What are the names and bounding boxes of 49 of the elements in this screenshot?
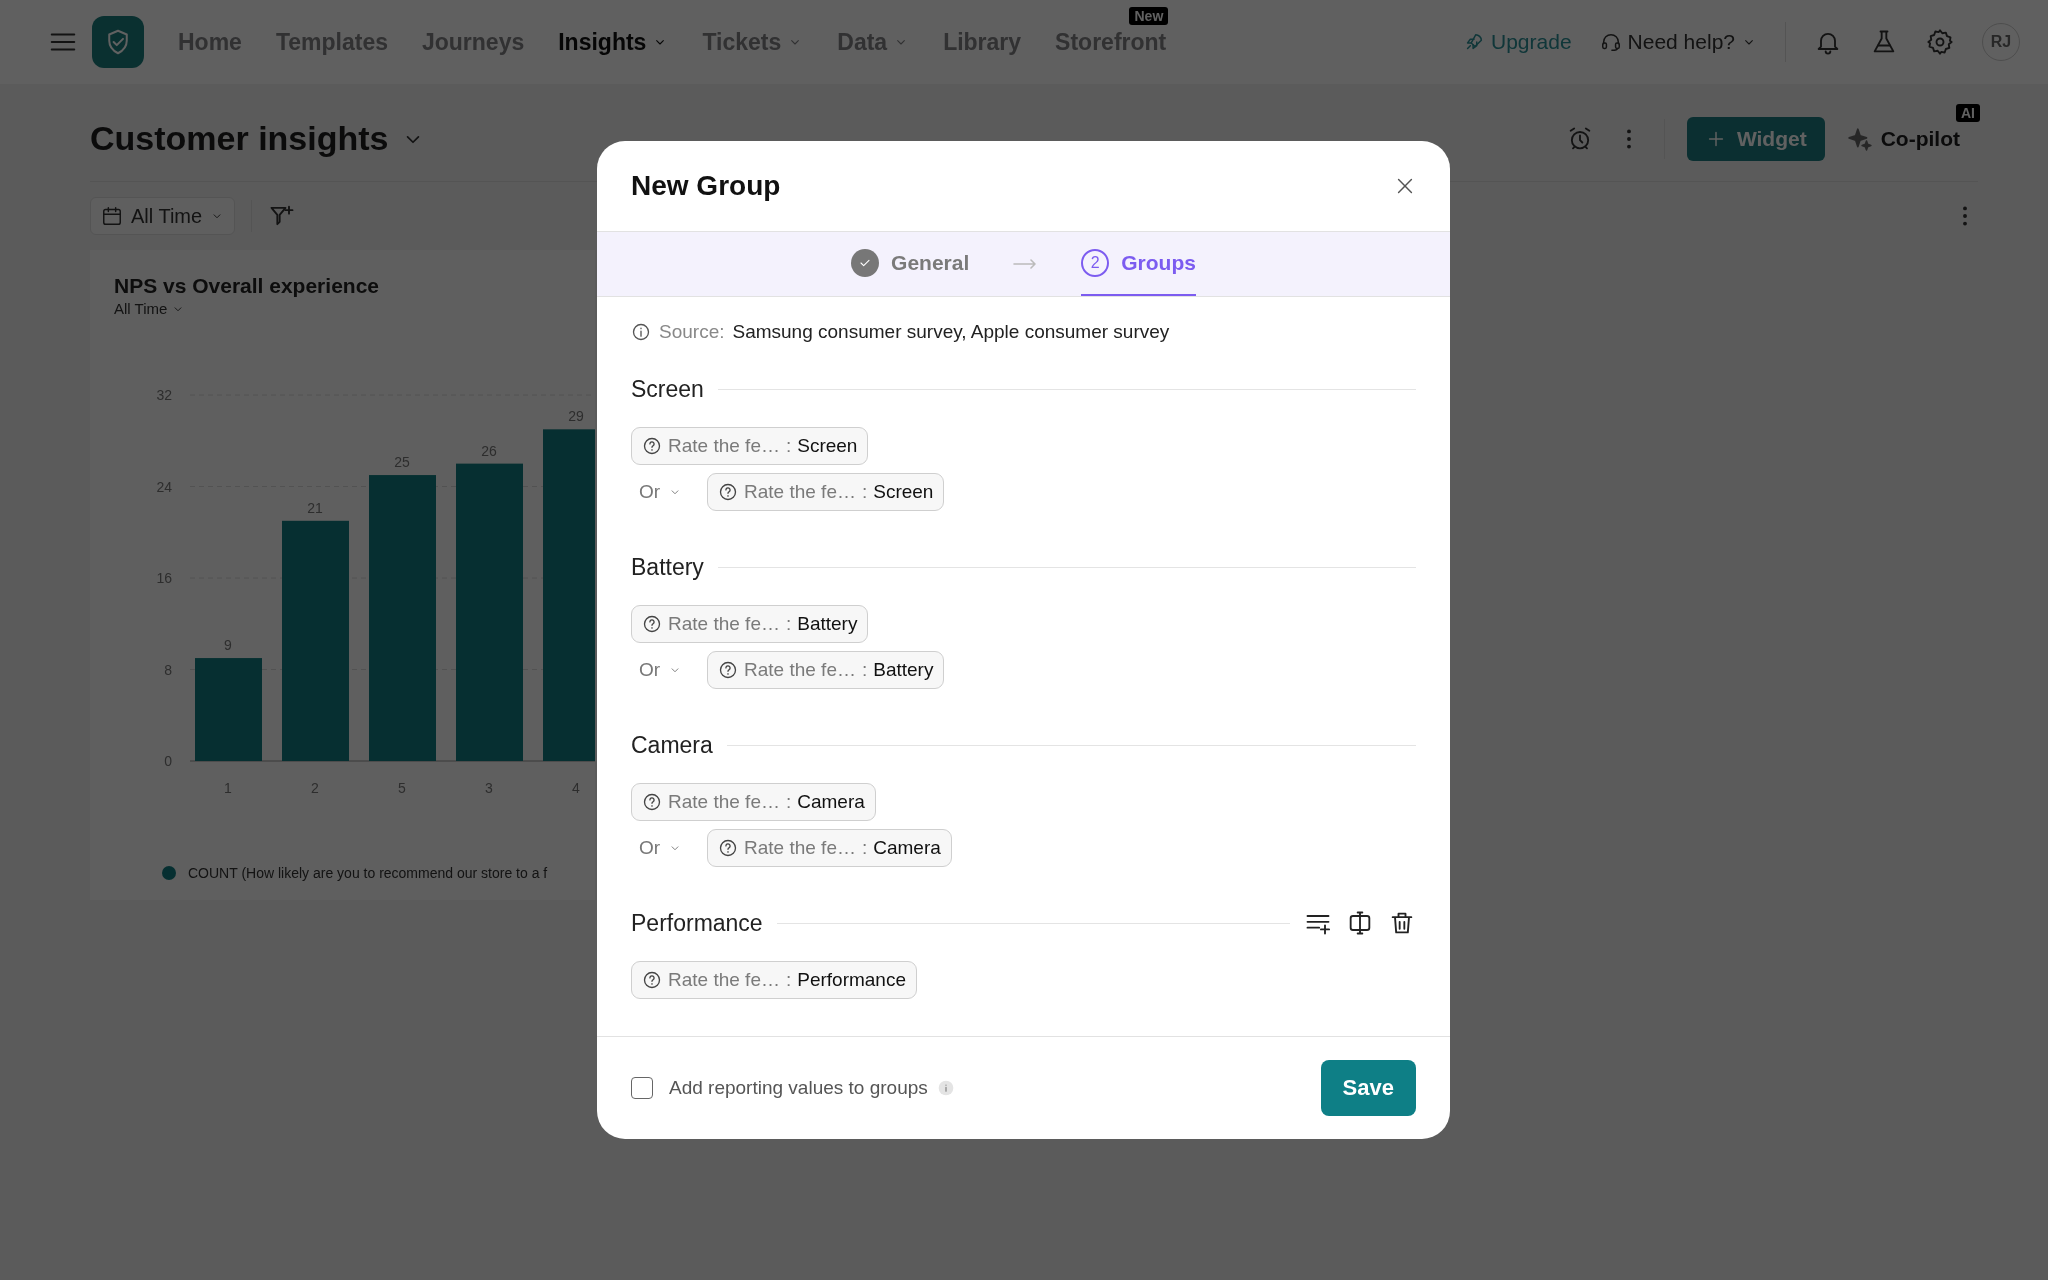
step-tab[interactable]: 2 Groups (1081, 232, 1196, 296)
condition-chip[interactable]: Rate the fe… : Screen (707, 473, 945, 511)
connector-dropdown[interactable]: Or (631, 481, 687, 503)
connector-dropdown[interactable]: Or (631, 659, 687, 681)
checkbox[interactable] (631, 1077, 653, 1099)
card-title: NPS vs Overall experience (113, 274, 380, 298)
help-menu[interactable]: Need help? (1599, 30, 1757, 54)
condition-chip[interactable]: Rate the fe… : Camera (631, 783, 876, 821)
save-button[interactable]: Save (1320, 1060, 1416, 1116)
page-title: Customer insights (90, 119, 389, 158)
group-name: Performance (631, 909, 763, 937)
condition-chip[interactable]: Rate the fe… : Camera (707, 829, 952, 867)
source-label: Source: (659, 321, 725, 343)
question-icon (642, 792, 662, 812)
new-badge: New (1129, 6, 1169, 25)
sparkle-icon (1846, 125, 1873, 152)
add-widget-button[interactable]: Widget (1686, 116, 1825, 161)
source-value: Samsung consumer survey, Apple consumer survey (732, 321, 1170, 343)
nav-item[interactable]: Insights (558, 28, 669, 56)
question-icon (642, 436, 662, 456)
ai-badge: AI (1956, 103, 1980, 122)
condition-chip[interactable]: Rate the fe… : Battery (707, 651, 945, 689)
group-name: Camera (631, 731, 713, 759)
settings-icon[interactable] (1926, 28, 1954, 56)
group-name: Battery (631, 553, 704, 581)
connector-dropdown[interactable]: Or (631, 837, 687, 859)
legend-label: COUNT (How likely are you to recommend our store to a f (188, 865, 548, 881)
question-icon (718, 660, 738, 680)
question-icon (718, 482, 738, 502)
group-name: Screen (631, 375, 704, 403)
calendar-icon (101, 205, 123, 227)
question-icon (718, 838, 738, 858)
upgrade-link[interactable]: Upgrade (1463, 30, 1572, 54)
question-icon (642, 970, 662, 990)
info-icon (631, 322, 651, 342)
headset-icon (1599, 31, 1622, 53)
condition-chip[interactable]: Rate the fe… : Battery (631, 605, 869, 643)
dialog-title: New Group (631, 170, 781, 202)
step-tab[interactable]: General (851, 232, 970, 296)
app-logo[interactable] (92, 16, 144, 68)
date-filter-dropdown[interactable]: All Time (90, 197, 236, 235)
condition-chip[interactable]: Rate the fe… : Screen (631, 427, 869, 465)
check-icon (851, 249, 880, 277)
condition-chip[interactable]: Rate the fe… : Performance (631, 961, 917, 999)
info-icon (937, 1080, 954, 1096)
question-icon (642, 614, 662, 634)
step-number: 2 (1081, 249, 1110, 277)
period-dropdown[interactable]: All Time (90, 300, 595, 317)
checkbox-label: Add reporting values to groups (669, 1077, 928, 1099)
